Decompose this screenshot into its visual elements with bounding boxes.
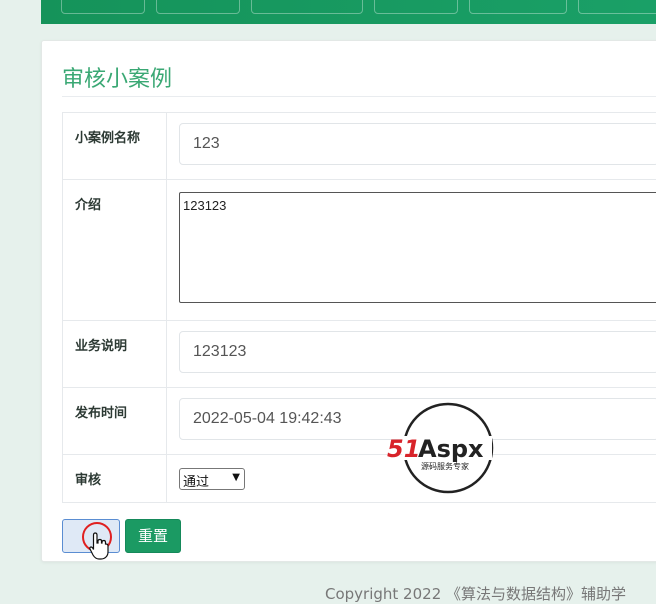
nav-tab[interactable]: [578, 0, 656, 14]
publish-label: 发布时间: [62, 387, 167, 455]
business-input[interactable]: 123123: [179, 331, 656, 373]
form-row-business: 业务说明 123123: [62, 320, 656, 388]
audit-label: 审核: [62, 454, 167, 503]
name-label: 小案例名称: [62, 112, 167, 180]
form-row-publish: 发布时间 2022-05-04 19:42:43: [62, 387, 656, 455]
chevron-down-icon: ▼: [232, 472, 240, 483]
nav-tab[interactable]: [61, 0, 145, 14]
nav-tab[interactable]: [251, 0, 363, 14]
name-input[interactable]: 123: [179, 123, 656, 165]
intro-label: 介绍: [62, 179, 167, 321]
business-label: 业务说明: [62, 320, 167, 388]
audit-form: 小案例名称 123 介绍 123123 业务说明 123123 发布时间 202…: [62, 112, 656, 503]
form-row-audit: 审核 通过 ▼: [62, 454, 656, 503]
intro-textarea[interactable]: 123123: [179, 192, 656, 303]
svg-text:Aspx: Aspx: [418, 435, 484, 463]
watermark-brand: 51: [387, 435, 420, 463]
form-row-intro: 介绍 123123: [62, 179, 656, 321]
top-navbar: [41, 0, 656, 24]
nav-tab[interactable]: [374, 0, 458, 14]
form-row-name: 小案例名称 123: [62, 112, 656, 180]
reset-button[interactable]: 重置: [125, 519, 181, 553]
hand-pointer-icon: [89, 532, 109, 560]
nav-tab[interactable]: [469, 0, 567, 14]
nav-tab[interactable]: [156, 0, 240, 14]
watermark-tagline: 源码服务专家: [421, 461, 469, 471]
watermark-logo: 51 Aspx 源码服务专家: [387, 402, 494, 494]
audit-select[interactable]: 通过 ▼: [179, 468, 245, 490]
title-divider: [62, 96, 656, 97]
footer-copyright: Copyright 2022 《算法与数据结构》辅助学: [325, 585, 627, 603]
audit-select-value: 通过: [183, 475, 210, 490]
page-title: 审核小案例: [62, 67, 173, 92]
audit-card: 审核小案例 小案例名称 123 介绍 123123 业务说明 123123 发布…: [41, 40, 656, 562]
